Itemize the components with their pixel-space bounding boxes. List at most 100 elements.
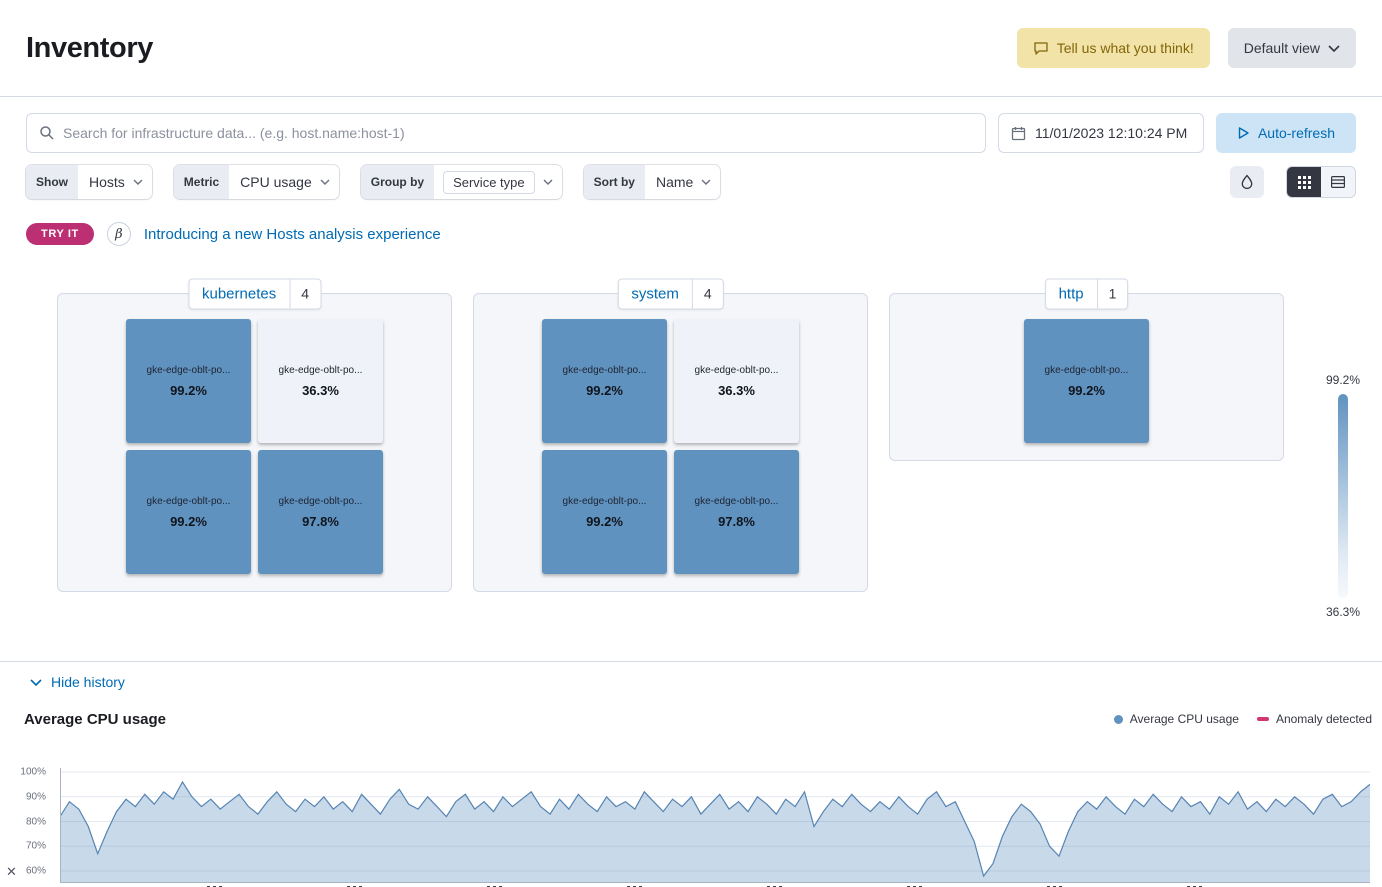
waffle-group: system4gke-edge-oblt-po...99.2%gke-edge-… bbox=[473, 293, 868, 592]
plot-area[interactable] bbox=[60, 766, 1370, 883]
host-name: gke-edge-oblt-po... bbox=[695, 365, 779, 376]
x-axis bbox=[60, 883, 1370, 887]
host-name: gke-edge-oblt-po... bbox=[147, 496, 231, 507]
host-metric-value: 99.2% bbox=[586, 383, 623, 398]
host-tile[interactable]: gke-edge-oblt-po... 99.2% bbox=[542, 450, 667, 574]
group-by-filter-value[interactable]: Service type bbox=[443, 171, 535, 194]
search-toolbar: 11/01/2023 12:10:24 PM Auto-refresh bbox=[26, 113, 1356, 153]
host-tile[interactable]: gke-edge-oblt-po...99.2% bbox=[1024, 319, 1149, 443]
group-count-badge: 4 bbox=[289, 280, 320, 309]
group-by-filter[interactable]: Group by Service type bbox=[361, 165, 562, 199]
chevron-down-icon bbox=[318, 179, 339, 185]
grid-view-button[interactable] bbox=[1287, 167, 1321, 197]
group-label[interactable]: http1 bbox=[1045, 279, 1129, 310]
page-header: Inventory Tell us what you think! Defaul… bbox=[0, 0, 1382, 97]
section-divider bbox=[0, 661, 1382, 662]
cpu-history-chart[interactable] bbox=[60, 766, 1370, 883]
group-count-badge: 1 bbox=[1097, 280, 1128, 309]
host-metric-value: 36.3% bbox=[302, 383, 339, 398]
search-icon bbox=[39, 125, 55, 141]
y-axis-label: 70% bbox=[26, 841, 46, 852]
group-label[interactable]: system4 bbox=[617, 279, 723, 310]
chevron-down-icon bbox=[1328, 45, 1340, 52]
chart-legend: Average CPU usage Anomaly detected bbox=[1114, 712, 1372, 726]
waffle-group: kubernetes4gke-edge-oblt-po...99.2%gke-e… bbox=[57, 293, 452, 592]
sort-by-filter-value: Name bbox=[645, 174, 699, 190]
host-name: gke-edge-oblt-po... bbox=[279, 496, 363, 507]
view-selector-button[interactable]: Default view bbox=[1228, 28, 1356, 68]
legend-dash-marker bbox=[1257, 717, 1269, 721]
chart-legend-item[interactable]: Anomaly detected bbox=[1257, 712, 1372, 726]
view-selector-label: Default view bbox=[1244, 40, 1320, 56]
metric-filter[interactable]: Metric CPU usage bbox=[174, 165, 339, 199]
view-options bbox=[1230, 166, 1356, 198]
filter-bar: Show Hosts Metric CPU usage Group by Ser… bbox=[26, 165, 1356, 199]
close-icon[interactable]: ✕ bbox=[6, 864, 17, 880]
chart-legend-item[interactable]: Average CPU usage bbox=[1114, 712, 1239, 726]
tile-grid: gke-edge-oblt-po... 99.2% gke-edge-oblt-po… bbox=[122, 319, 388, 574]
hide-history-toggle[interactable]: Hide history bbox=[30, 674, 125, 690]
host-tile[interactable]: gke-edge-oblt-po... 97.8% bbox=[674, 450, 799, 574]
chart-title: Average CPU usage bbox=[24, 711, 166, 728]
paint-drop-icon bbox=[1240, 174, 1254, 190]
legend-max-label: 99.2% bbox=[1314, 373, 1372, 387]
legend-options-button[interactable] bbox=[1230, 166, 1264, 198]
show-filter-label: Show bbox=[26, 165, 78, 199]
chevron-down-icon bbox=[699, 179, 720, 185]
host-tile[interactable]: gke-edge-oblt-po...36.3% bbox=[258, 319, 383, 443]
host-tile[interactable]: gke-edge-oblt-po... 99.2% bbox=[126, 450, 251, 574]
host-name: gke-edge-oblt-po... bbox=[563, 365, 647, 376]
legend-dot-marker bbox=[1114, 715, 1123, 724]
sort-by-filter-label: Sort by bbox=[584, 165, 645, 199]
y-axis-label: 90% bbox=[26, 791, 46, 802]
chevron-down-icon bbox=[30, 679, 42, 686]
inventory-page: Inventory Tell us what you think! Defaul… bbox=[0, 0, 1382, 883]
host-metric-value: 36.3% bbox=[718, 383, 755, 398]
beta-icon: β bbox=[107, 222, 131, 246]
chart-header: Average CPU usage Average CPU usage Anoma… bbox=[0, 708, 1382, 730]
legend-min-label: 36.3% bbox=[1314, 605, 1372, 619]
y-axis-label: 100% bbox=[20, 767, 46, 778]
metric-filter-value: CPU usage bbox=[229, 174, 318, 190]
severity-legend: 99.2% 36.3% bbox=[1314, 373, 1372, 619]
try-it-badge[interactable]: TRY IT bbox=[26, 223, 94, 245]
page-title: Inventory bbox=[26, 32, 153, 65]
play-icon bbox=[1237, 126, 1250, 140]
feedback-button[interactable]: Tell us what you think! bbox=[1017, 28, 1210, 68]
host-metric-value: 97.8% bbox=[718, 514, 755, 529]
show-filter[interactable]: Show Hosts bbox=[26, 165, 152, 199]
legend-gradient-bar bbox=[1338, 394, 1348, 598]
show-filter-value: Hosts bbox=[78, 174, 131, 190]
search-input[interactable] bbox=[63, 125, 973, 141]
hosts-analysis-link[interactable]: Introducing a new Hosts analysis experie… bbox=[144, 226, 441, 243]
group-label[interactable]: kubernetes4 bbox=[188, 279, 321, 310]
datetime-picker[interactable]: 11/01/2023 12:10:24 PM bbox=[998, 113, 1204, 153]
y-axis-label: 80% bbox=[26, 816, 46, 827]
header-actions: Tell us what you think! Default view bbox=[1017, 28, 1356, 68]
chart-legend-label: Anomaly detected bbox=[1276, 712, 1372, 726]
host-tile[interactable]: gke-edge-oblt-po... 36.3% bbox=[674, 319, 799, 443]
chevron-down-icon bbox=[131, 179, 152, 185]
group-name: http bbox=[1046, 280, 1097, 309]
chart-legend-label: Average CPU usage bbox=[1130, 712, 1239, 726]
group-count-badge: 4 bbox=[692, 280, 723, 309]
host-tile[interactable]: gke-edge-oblt-po... 99.2% bbox=[542, 319, 667, 443]
group-by-filter-label: Group by bbox=[361, 165, 434, 199]
table-view-button[interactable] bbox=[1321, 167, 1355, 197]
host-metric-value: 99.2% bbox=[170, 514, 207, 529]
host-tile[interactable]: gke-edge-oblt-po...97.8% bbox=[258, 450, 383, 574]
auto-refresh-button[interactable]: Auto-refresh bbox=[1216, 113, 1356, 153]
host-name: gke-edge-oblt-po... bbox=[563, 496, 647, 507]
waffle-map-section: kubernetes4gke-edge-oblt-po...99.2%gke-e… bbox=[0, 293, 1382, 609]
sort-by-filter[interactable]: Sort by Name bbox=[584, 165, 721, 199]
host-tile[interactable]: gke-edge-oblt-po...99.2% bbox=[126, 319, 251, 443]
tile-grid: gke-edge-oblt-po...99.2%gke-edge-oblt-po… bbox=[538, 319, 804, 574]
host-metric-value: 99.2% bbox=[586, 514, 623, 529]
group-name: system bbox=[618, 280, 692, 309]
beta-callout: TRY IT β Introducing a new Hosts analysi… bbox=[26, 221, 1356, 247]
host-name: gke-edge-oblt-po... bbox=[1045, 365, 1129, 376]
table-icon bbox=[1331, 176, 1345, 188]
view-toggle-group bbox=[1286, 166, 1356, 198]
metric-filter-label: Metric bbox=[174, 165, 229, 199]
host-name: gke-edge-oblt-po... bbox=[695, 496, 779, 507]
